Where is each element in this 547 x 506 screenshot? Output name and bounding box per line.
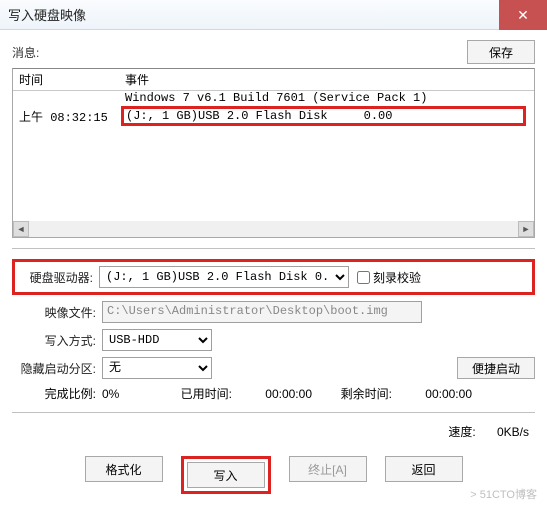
log-event-cell: (J:, 1 GB)USB 2.0 Flash Disk 0.00 bbox=[121, 106, 526, 126]
log-rows: Windows 7 v6.1 Build 7601 (Service Pack … bbox=[13, 91, 534, 127]
elapsed-label: 已用时间: bbox=[172, 385, 232, 402]
info-label: 消息: bbox=[12, 44, 467, 61]
image-label: 映像文件: bbox=[12, 304, 102, 321]
drive-select[interactable]: (J:, 1 GB)USB 2.0 Flash Disk 0.00 bbox=[99, 266, 349, 288]
format-button[interactable]: 格式化 bbox=[85, 456, 163, 482]
log-header: 时间 事件 bbox=[13, 69, 534, 91]
drive-row: 硬盘驱动器: (J:, 1 GB)USB 2.0 Flash Disk 0.00… bbox=[12, 259, 535, 295]
image-path-field: C:\Users\Administrator\Desktop\boot.img bbox=[102, 301, 422, 323]
log-row: Windows 7 v6.1 Build 7601 (Service Pack … bbox=[13, 91, 534, 105]
remain-value: 00:00:00 bbox=[392, 387, 472, 401]
form-area: 硬盘驱动器: (J:, 1 GB)USB 2.0 Flash Disk 0.00… bbox=[12, 259, 535, 494]
log-time-cell: 上午 08:32:15 bbox=[13, 108, 121, 125]
scroll-right-icon[interactable]: ► bbox=[518, 221, 534, 237]
watermark: > 51CTO博客 bbox=[470, 486, 537, 502]
hidden-label: 隐藏启动分区: bbox=[12, 360, 102, 377]
horizontal-scrollbar[interactable]: ◄ ► bbox=[13, 221, 534, 237]
hidden-select[interactable]: 无 bbox=[102, 357, 212, 379]
divider bbox=[12, 412, 535, 413]
convenient-boot-button[interactable]: 便捷启动 bbox=[457, 357, 535, 379]
close-button[interactable]: ✕ bbox=[499, 0, 547, 30]
speed-row: 速度: 0KB/s bbox=[12, 423, 535, 440]
image-row: 映像文件: C:\Users\Administrator\Desktop\boo… bbox=[12, 301, 535, 323]
log-col-event: 事件 bbox=[121, 71, 534, 88]
drive-label: 硬盘驱动器: bbox=[21, 269, 99, 286]
info-row: 消息: 保存 bbox=[12, 40, 535, 64]
back-button[interactable]: 返回 bbox=[385, 456, 463, 482]
close-icon: ✕ bbox=[517, 7, 529, 24]
titlebar: 写入硬盘映像 ✕ bbox=[0, 0, 547, 30]
divider bbox=[12, 248, 535, 249]
progress-row: 完成比例: 0% 已用时间: 00:00:00 剩余时间: 00:00:00 bbox=[12, 385, 535, 402]
verify-checkbox-wrap[interactable]: 刻录校验 bbox=[357, 269, 421, 286]
percent-label: 完成比例: bbox=[12, 385, 102, 402]
remain-label: 剩余时间: bbox=[312, 385, 392, 402]
method-select[interactable]: USB-HDD bbox=[102, 329, 212, 351]
log-event-cell: Windows 7 v6.1 Build 7601 (Service Pack … bbox=[121, 91, 534, 105]
verify-label: 刻录校验 bbox=[373, 269, 421, 286]
speed-label: 速度: bbox=[448, 425, 475, 439]
scroll-left-icon[interactable]: ◄ bbox=[13, 221, 29, 237]
log-col-time: 时间 bbox=[13, 71, 121, 88]
method-label: 写入方式: bbox=[12, 332, 102, 349]
elapsed-value: 00:00:00 bbox=[232, 387, 312, 401]
verify-checkbox[interactable] bbox=[357, 271, 370, 284]
abort-button: 终止[A] bbox=[289, 456, 367, 482]
save-button[interactable]: 保存 bbox=[467, 40, 535, 64]
method-row: 写入方式: USB-HDD bbox=[12, 329, 535, 351]
write-button[interactable]: 写入 bbox=[187, 462, 265, 488]
write-highlight: 写入 bbox=[181, 456, 271, 494]
dialog-body: 消息: 保存 时间 事件 Windows 7 v6.1 Build 7601 (… bbox=[0, 30, 547, 506]
speed-value: 0KB/s bbox=[479, 425, 529, 439]
window-title: 写入硬盘映像 bbox=[8, 5, 86, 24]
percent-value: 0% bbox=[102, 387, 172, 401]
hidden-row: 隐藏启动分区: 无 便捷启动 bbox=[12, 357, 535, 379]
button-row: 格式化 写入 终止[A] 返回 bbox=[12, 456, 535, 494]
scroll-track[interactable] bbox=[29, 221, 518, 237]
log-row: 上午 08:32:15 (J:, 1 GB)USB 2.0 Flash Disk… bbox=[13, 105, 534, 127]
log-listbox[interactable]: 时间 事件 Windows 7 v6.1 Build 7601 (Service… bbox=[12, 68, 535, 238]
